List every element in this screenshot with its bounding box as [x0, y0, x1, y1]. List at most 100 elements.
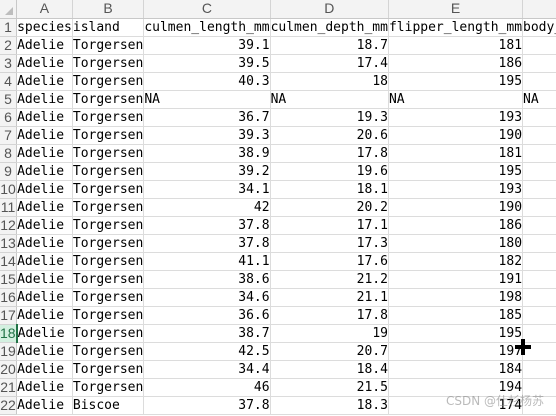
cell-species[interactable]: Adelie — [16, 360, 73, 379]
cell-body-mass[interactable]: 4250 — [522, 198, 556, 217]
cell-culmen-depth[interactable]: 18.7 — [270, 36, 389, 55]
cell-culmen-length[interactable]: NA — [143, 90, 271, 109]
cell-culmen-length[interactable]: 36.7 — [143, 108, 271, 127]
cell-island[interactable]: Torgersen — [72, 162, 145, 181]
cell-species[interactable]: Adelie — [16, 126, 73, 145]
cell-flipper-length[interactable]: 181 — [388, 144, 524, 163]
cell-culmen-length[interactable]: 41.1 — [143, 252, 271, 271]
cell-body-mass[interactable]: 3800 — [522, 270, 556, 289]
cell-flipper-length[interactable]: 186 — [388, 54, 524, 73]
cell-culmen-length[interactable]: 38.6 — [143, 270, 271, 289]
cell-culmen-length[interactable]: 39.1 — [143, 36, 271, 55]
cell-flipper-length[interactable]: 198 — [388, 288, 524, 307]
column-header-a[interactable]: A — [16, 0, 73, 19]
row-header-22[interactable]: 22 — [0, 396, 18, 415]
cell-culmen-depth[interactable]: 18 — [270, 72, 389, 91]
cell-body-mass[interactable]: 3625 — [522, 144, 556, 163]
cell-species[interactable]: Adelie — [16, 252, 73, 271]
row-header-11[interactable]: 11 — [0, 198, 18, 217]
cell-culmen-depth[interactable]: 19.6 — [270, 162, 389, 181]
cell-culmen-depth[interactable]: 17.6 — [270, 252, 389, 271]
cell-culmen-length[interactable]: culmen_length_mm — [143, 18, 271, 37]
cell-body-mass[interactable]: 3450 — [522, 108, 556, 127]
cell-culmen-length[interactable]: 39.2 — [143, 162, 271, 181]
select-all-corner[interactable] — [0, 0, 18, 19]
cell-island[interactable]: Torgersen — [72, 342, 145, 361]
cell-flipper-length[interactable]: 193 — [388, 180, 524, 199]
cell-species[interactable]: Adelie — [16, 144, 73, 163]
cell-species[interactable]: Adelie — [16, 198, 73, 217]
cell-island[interactable]: Torgersen — [72, 72, 145, 91]
cell-body-mass[interactable]: 3300 — [522, 216, 556, 235]
cell-flipper-length[interactable]: 195 — [388, 72, 524, 91]
cell-species[interactable]: Adelie — [16, 180, 73, 199]
cell-species[interactable]: Adelie — [16, 270, 73, 289]
cell-species[interactable]: Adelie — [16, 378, 73, 397]
row-header-20[interactable]: 20 — [0, 360, 18, 379]
cell-culmen-depth[interactable]: 18.4 — [270, 360, 389, 379]
cell-culmen-length[interactable]: 42.5 — [143, 342, 271, 361]
cell-body-mass[interactable]: 3650 — [522, 126, 556, 145]
cell-body-mass[interactable]: NA — [522, 90, 556, 109]
cell-culmen-depth[interactable]: 20.7 — [270, 342, 389, 361]
cell-island[interactable]: Torgersen — [72, 216, 145, 235]
cell-island[interactable]: Torgersen — [72, 324, 145, 343]
row-header-12[interactable]: 12 — [0, 216, 18, 235]
cell-culmen-length[interactable]: 34.4 — [143, 360, 271, 379]
column-header-b[interactable]: B — [72, 0, 145, 19]
cell-island[interactable]: Torgersen — [72, 54, 145, 73]
cell-body-mass[interactable]: 3800 — [522, 54, 556, 73]
cell-island[interactable]: Torgersen — [72, 270, 145, 289]
cell-body-mass[interactable]: body_mass_g — [522, 18, 556, 37]
column-header-e[interactable]: E — [388, 0, 524, 19]
row-header-16[interactable]: 16 — [0, 288, 18, 307]
cell-species[interactable]: Adelie — [16, 324, 73, 343]
cell-flipper-length[interactable]: 185 — [388, 306, 524, 325]
cell-island[interactable]: Torgersen — [72, 90, 145, 109]
cell-species[interactable]: Adelie — [16, 216, 73, 235]
cell-island[interactable]: Torgersen — [72, 108, 145, 127]
cell-species[interactable]: Adelie — [16, 162, 73, 181]
cell-island[interactable]: Torgersen — [72, 36, 145, 55]
cell-island[interactable]: island — [72, 18, 145, 37]
row-header-21[interactable]: 21 — [0, 378, 18, 397]
cell-body-mass[interactable]: 3200 — [522, 252, 556, 271]
cell-culmen-length[interactable]: 38.9 — [143, 144, 271, 163]
cell-culmen-length[interactable]: 37.8 — [143, 396, 271, 415]
cell-flipper-length[interactable]: 195 — [388, 324, 524, 343]
cell-species[interactable]: Adelie — [16, 108, 73, 127]
cell-culmen-length[interactable]: 38.7 — [143, 324, 271, 343]
row-header-17[interactable]: 17 — [0, 306, 18, 325]
row-header-9[interactable]: 9 — [0, 162, 18, 181]
cell-island[interactable]: Torgersen — [72, 234, 145, 253]
column-header-c[interactable]: C — [143, 0, 271, 19]
cell-culmen-depth[interactable]: 19.3 — [270, 108, 389, 127]
cell-flipper-length[interactable]: 195 — [388, 162, 524, 181]
cell-body-mass[interactable]: 3250 — [522, 72, 556, 91]
cell-culmen-length[interactable]: 34.1 — [143, 180, 271, 199]
cell-culmen-depth[interactable]: 20.6 — [270, 126, 389, 145]
cell-culmen-length[interactable]: 36.6 — [143, 306, 271, 325]
cell-body-mass[interactable]: 3475 — [522, 180, 556, 199]
cell-species[interactable]: Adelie — [16, 306, 73, 325]
cell-culmen-depth[interactable]: 17.4 — [270, 54, 389, 73]
cell-flipper-length[interactable]: flipper_length_mm — [388, 18, 524, 37]
cell-island[interactable]: Torgersen — [72, 252, 145, 271]
cell-culmen-length[interactable]: 40.3 — [143, 72, 271, 91]
cell-flipper-length[interactable]: 184 — [388, 360, 524, 379]
cell-flipper-length[interactable]: 180 — [388, 234, 524, 253]
cell-body-mass[interactable]: 4400 — [522, 288, 556, 307]
cell-culmen-depth[interactable]: 17.8 — [270, 144, 389, 163]
cell-flipper-length[interactable]: 190 — [388, 198, 524, 217]
cell-culmen-depth[interactable]: 20.2 — [270, 198, 389, 217]
cell-culmen-depth[interactable]: NA — [270, 90, 389, 109]
cell-culmen-length[interactable]: 42 — [143, 198, 271, 217]
cell-culmen-length[interactable]: 34.6 — [143, 288, 271, 307]
cell-island[interactable]: Torgersen — [72, 198, 145, 217]
row-header-4[interactable]: 4 — [0, 72, 18, 91]
cell-body-mass[interactable]: 3700 — [522, 306, 556, 325]
cell-flipper-length[interactable]: 197 — [388, 342, 524, 361]
column-header-f[interactable]: F — [522, 0, 556, 19]
row-header-3[interactable]: 3 — [0, 54, 18, 73]
cell-island[interactable]: Torgersen — [72, 360, 145, 379]
